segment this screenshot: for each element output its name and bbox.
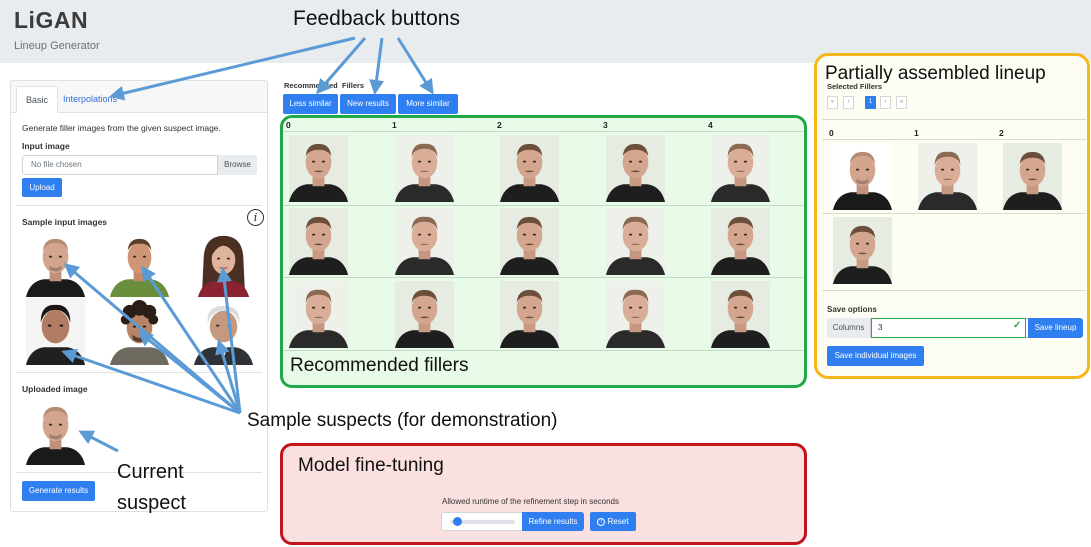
uploaded-image	[22, 398, 89, 465]
generate-results-button[interactable]: Generate results	[22, 481, 95, 501]
fillers-label-right: Fillers	[342, 81, 365, 90]
annotation-current-line2: suspect	[117, 492, 186, 514]
sample-image-2[interactable]	[106, 230, 173, 297]
app-subtitle: Lineup Generator	[14, 40, 100, 52]
pagination-prev[interactable]: ‹	[843, 96, 854, 109]
filler-image[interactable]	[285, 135, 352, 202]
lineup-column-header: 2	[999, 128, 1004, 138]
save-lineup-button[interactable]: Save lineup	[1028, 318, 1083, 338]
column-header: 0	[286, 120, 291, 130]
sample-image-3[interactable]	[190, 230, 257, 297]
divider	[822, 119, 1086, 120]
divider	[16, 372, 262, 373]
reset-label: Reset	[607, 517, 629, 526]
tab-interpolations[interactable]: Interpolations	[54, 86, 126, 113]
lineup-column-header: 1	[914, 128, 919, 138]
filler-image[interactable]	[707, 135, 774, 202]
row-divider	[283, 350, 804, 351]
refine-description: Allowed runtime of the refinement step i…	[442, 497, 619, 506]
reset-button[interactable]: ! Reset	[590, 512, 636, 531]
pagination-page[interactable]: 1	[865, 96, 876, 109]
app-title: LiGAN	[14, 7, 89, 33]
info-icon[interactable]: i	[247, 209, 264, 226]
columns-input[interactable]: 3	[871, 318, 1026, 338]
column-header: 3	[603, 120, 608, 130]
filler-image[interactable]	[391, 208, 458, 275]
input-image-label: Input image	[22, 141, 70, 151]
annotation-feedback: Feedback buttons	[293, 7, 460, 30]
row-divider	[283, 277, 804, 278]
lineup-image[interactable]	[829, 143, 896, 210]
sample-image-6[interactable]	[190, 298, 257, 365]
column-header: 4	[708, 120, 713, 130]
tab-basic[interactable]: Basic	[16, 86, 59, 113]
more-similar-button[interactable]: More similar	[398, 94, 458, 114]
sample-image-5[interactable]	[106, 298, 173, 365]
lineup-image[interactable]	[999, 143, 1066, 210]
filler-image[interactable]	[602, 208, 669, 275]
annotation-model: Model fine-tuning	[298, 455, 444, 476]
pagination-first[interactable]: «	[827, 96, 838, 109]
row-divider	[822, 290, 1086, 291]
check-icon: ✓	[1013, 320, 1022, 331]
sample-image-4[interactable]	[22, 298, 89, 365]
filler-image[interactable]	[496, 135, 563, 202]
pagination-next[interactable]: ›	[880, 96, 891, 109]
reset-icon: !	[597, 517, 606, 526]
pagination-last[interactable]: »	[896, 96, 907, 109]
divider	[16, 205, 262, 206]
column-header: 1	[392, 120, 397, 130]
sample-images-label: Sample input images	[22, 217, 108, 227]
column-header: 2	[497, 120, 502, 130]
annotation-current-line1: Current	[117, 461, 184, 483]
filler-image[interactable]	[285, 281, 352, 348]
filler-image[interactable]	[496, 208, 563, 275]
filler-image[interactable]	[602, 135, 669, 202]
panel-description: Generate filler images from the given su…	[22, 123, 221, 133]
lineup-image[interactable]	[829, 217, 896, 284]
row-divider	[283, 205, 804, 206]
filler-image[interactable]	[391, 135, 458, 202]
new-results-button[interactable]: New results	[340, 94, 396, 114]
filler-image[interactable]	[707, 281, 774, 348]
filler-image[interactable]	[602, 281, 669, 348]
row-divider	[283, 131, 804, 132]
filler-image[interactable]	[707, 208, 774, 275]
sample-image-1[interactable]	[22, 230, 89, 297]
fillers-label-left: Recommended	[284, 81, 338, 90]
lineup-column-header: 0	[829, 128, 834, 138]
refine-results-button[interactable]: Refine results	[522, 512, 584, 531]
row-divider	[822, 213, 1086, 214]
filler-image[interactable]	[285, 208, 352, 275]
save-options-label: Save options	[827, 305, 877, 314]
row-divider	[822, 139, 1086, 140]
annotation-partial-lineup: Partially assembled lineup	[825, 63, 1046, 84]
lineup-image[interactable]	[914, 143, 981, 210]
annotation-recommended: Recommended fillers	[290, 355, 469, 376]
filler-image[interactable]	[496, 281, 563, 348]
upload-button[interactable]: Upload	[22, 178, 62, 197]
save-individual-images-button[interactable]: Save individual images	[827, 346, 924, 366]
slider-handle[interactable]	[452, 517, 462, 526]
less-similar-button[interactable]: Less similar	[283, 94, 338, 114]
annotation-samples: Sample suspects (for demonstration)	[247, 410, 558, 431]
columns-label: Columns	[827, 318, 871, 338]
uploaded-image-label: Uploaded image	[22, 384, 88, 394]
browse-button[interactable]: Browse	[217, 155, 257, 175]
filler-image[interactable]	[391, 281, 458, 348]
